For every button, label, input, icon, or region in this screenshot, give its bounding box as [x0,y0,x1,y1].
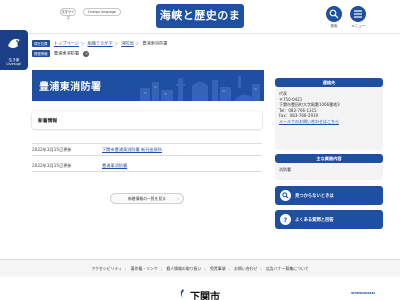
menu-label: メニュー [351,24,365,28]
city-emblem-icon [180,289,184,298]
news-link[interactable]: 下関市豊浦東消防署 新刊出張所 [102,147,162,153]
news-date: 2022年3月15日更新 [32,163,72,168]
contact-heading: 連絡先 [275,78,383,87]
breadcrumb-org[interactable]: 組織でさがす [88,41,113,46]
logo-text: 海峡と歴史のまち下関 [159,9,241,46]
livesup-badge[interactable]: 住き楽 Livesup! [0,30,28,70]
page: 文字サイズ Foreign language 海峡と歴史のまち下関 検索 メニュ… [0,0,400,300]
svg-text:?: ? [284,217,288,223]
contact-details: 代表 〒750-0421 下関市豊田町大字殿敷1066番地3 Tel：083-7… [279,91,340,124]
city-name: 下関市 [190,292,220,300]
city-skyline-image [140,76,260,101]
search-icon[interactable] [326,6,342,22]
news-link[interactable]: 豊浦東消防署 [102,163,127,169]
search-help-button[interactable]: 見つからないときは [275,186,383,205]
breadcrumb: 現在位置 トップページ＞ 組織でさがす＞ 消防局＞ 豊浦東消防署 [32,40,168,47]
related-current: 豊浦東消防署 [53,50,80,56]
bird-icon [8,38,20,48]
news-date: 2022年3月15日更新 [32,147,72,152]
question-icon: ? [280,214,291,225]
chevron-right-icon: › [177,196,179,201]
search-help-label: 見つからないときは [295,194,334,199]
news-section-header: 新着情報 [32,111,262,129]
breadcrumb-home[interactable]: トップページ [54,41,79,46]
footer-link-contact[interactable]: お問い合わせ [234,266,257,271]
footer-link-privacy[interactable]: 個人情報の取り扱い [166,266,201,271]
faq-label: よくある質問と回答 [295,218,334,223]
language-button[interactable]: Foreign language [83,8,121,16]
menu-icon[interactable] [350,6,366,22]
related-breadcrumb: 関連情報 豊浦東消防署 × [32,50,90,57]
page-title: 豊浦東消防署 [39,82,102,93]
page-hero: 豊浦東消防署 [32,70,264,101]
close-icon[interactable]: × [83,50,90,57]
news-row: 2022年3月15日更新 下関市豊浦東消防署 新刊出張所 [32,144,262,156]
footer-link-disclaimer[interactable]: 免責事項 [210,266,226,271]
faq-button[interactable]: ? よくある質問と回答 [275,210,383,229]
search-label: 検索 [330,24,338,28]
related-chip: 関連情報 [32,50,50,57]
text-size-button[interactable]: 文字サイズ [60,8,76,20]
footer-link-ad-banner[interactable]: 広告バナー募集について [266,266,309,271]
site-logo[interactable]: 海峡と歴史のまち下関 [156,4,244,46]
business-text: 消防署 [279,167,291,172]
search-icon [280,190,291,201]
breadcrumb-fire-dept[interactable]: 消防局 [121,41,134,46]
business-heading: 主な業務内容 [275,154,383,163]
footer-brand: SHIMONOSEKI [351,291,376,295]
footer-links: アクセシビリティ | 著作権・リンク | 個人情報の取り扱い | 免責事項 | お問い合… [0,259,400,277]
current-location-chip: 現在位置 [32,40,50,47]
news-row: 2022年3月15日更新 豊浦東消防署 [32,160,262,172]
footer-link-accessibility[interactable]: アクセシビリティ [91,266,122,271]
contact-mail-link[interactable]: メールでのお問い合わせはこちら [279,119,339,124]
news-more-button[interactable]: 新着情報の一覧を見る › [110,193,184,204]
footer-link-copyright[interactable]: 著作権・リンク [131,266,158,271]
news-heading: 新着情報 [38,119,58,124]
breadcrumb-current: 豊浦東消防署 [142,40,168,46]
site-header: 文字サイズ Foreign language 海峡と歴史のまち下関 検索 メニュ… [0,0,400,46]
badge-label: 住き楽 Livesup! [6,58,22,67]
